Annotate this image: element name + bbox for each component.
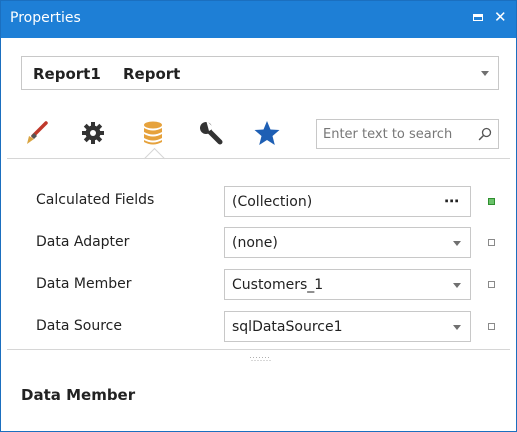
default-marker (488, 281, 495, 288)
star-icon (254, 121, 280, 145)
property-value: (Collection) (232, 194, 313, 210)
grid-divider-bottom (7, 349, 510, 350)
property-value: (none) (232, 235, 278, 251)
chevron-down-icon (453, 325, 461, 330)
object-type: Report (123, 65, 181, 83)
object-name: Report1 (33, 65, 101, 83)
tab-behavior[interactable] (79, 119, 107, 147)
wrench-icon (200, 120, 223, 145)
search-input[interactable] (323, 125, 473, 143)
data-source-dropdown[interactable]: sqlDataSource1 (224, 311, 471, 342)
tab-appearance[interactable] (23, 119, 51, 147)
tab-design[interactable] (197, 119, 225, 147)
panel-title: Properties (10, 10, 81, 26)
property-label-data-member: Data Member (36, 276, 132, 292)
tab-data[interactable] (139, 119, 167, 147)
property-value: sqlDataSource1 (232, 319, 343, 335)
splitter-grip[interactable] (249, 356, 273, 364)
database-icon (144, 121, 162, 145)
chevron-down-icon (453, 241, 461, 246)
maximize-icon (473, 14, 483, 21)
property-label-data-source: Data Source (36, 318, 122, 334)
data-adapter-dropdown[interactable]: (none) (224, 227, 471, 258)
chevron-down-icon (453, 283, 461, 288)
property-label-calculated-fields: Calculated Fields (36, 192, 155, 208)
search-box[interactable] (316, 119, 499, 149)
close-icon: ✕ (494, 8, 507, 26)
grid-divider-top (7, 158, 510, 159)
data-member-dropdown[interactable]: Customers_1 (224, 269, 471, 300)
tab-favorites[interactable] (253, 119, 281, 147)
brush-icon (27, 121, 48, 144)
maximize-button[interactable] (471, 9, 487, 27)
properties-panel: Properties ✕ Report1 Report Enter text t… (0, 0, 517, 432)
object-selector[interactable]: Report1 Report (21, 56, 499, 90)
property-value: Customers_1 (232, 277, 324, 293)
chevron-down-icon (481, 71, 489, 76)
title-bar: Properties ✕ (1, 1, 516, 38)
gear-icon (82, 122, 104, 144)
property-label-data-adapter: Data Adapter (36, 234, 130, 250)
calculated-fields-editor[interactable]: (Collection) ⋯ (224, 186, 471, 217)
close-button[interactable]: ✕ (493, 8, 509, 27)
modified-marker (488, 198, 495, 205)
default-marker (488, 239, 495, 246)
ellipsis-button[interactable]: ⋯ (444, 192, 460, 210)
default-marker (488, 323, 495, 330)
search-icon[interactable] (478, 127, 492, 141)
description-title: Data Member (21, 386, 136, 404)
